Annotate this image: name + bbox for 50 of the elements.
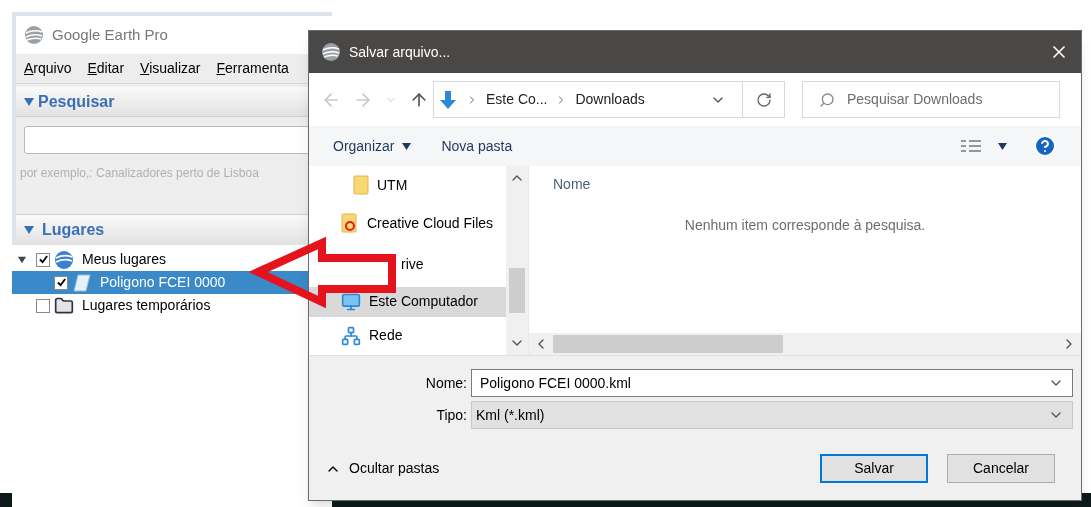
- breadcrumb-item[interactable]: Este Co...: [486, 89, 548, 110]
- field-label: Tipo:: [435, 405, 467, 425]
- scrollbar[interactable]: [506, 166, 528, 355]
- cloud-folder-icon: [341, 213, 359, 234]
- search-field[interactable]: Pesquisar Downloads: [802, 81, 1060, 118]
- menu-item[interactable]: Arquivo: [24, 58, 72, 79]
- window-title: Google Earth Pro: [52, 24, 168, 45]
- checkbox[interactable]: [36, 252, 50, 267]
- expand-triangle-icon[interactable]: [18, 255, 26, 264]
- network-icon: [341, 325, 361, 346]
- nav-item[interactable]: UTM: [309, 166, 506, 205]
- polygon-icon: [72, 272, 92, 293]
- checkbox[interactable]: [54, 275, 68, 290]
- checkbox[interactable]: [36, 298, 50, 313]
- dialog-button[interactable]: Salvar: [820, 454, 928, 483]
- triangle-icon: [24, 225, 34, 235]
- scroll-thumb[interactable]: [553, 335, 783, 353]
- column-header[interactable]: Nome: [529, 166, 1081, 195]
- folder-icon: [54, 295, 74, 316]
- app-logo-icon: [321, 42, 341, 62]
- search-hint: por exemplo,: Canalizadores perto de Lisboa: [20, 165, 260, 182]
- view-list-icon[interactable]: [960, 139, 982, 153]
- file-type-dropdown[interactable]: Kml (*.kml): [471, 401, 1073, 429]
- filename-field[interactable]: Poligono FCEI 0000.kml: [471, 369, 1073, 397]
- empty-message: Nenhum item corresponde à pesquisa.: [683, 216, 927, 235]
- globe-icon: [54, 249, 74, 270]
- hide-folders-toggle[interactable]: Ocultar pastas: [325, 458, 440, 479]
- app-logo-icon: [24, 25, 44, 45]
- menu-item[interactable]: Editar: [87, 58, 125, 79]
- folder-icon: [353, 175, 369, 196]
- organize-menu[interactable]: Organizar: [333, 135, 412, 157]
- refresh-icon: [755, 91, 772, 108]
- breadcrumb-item[interactable]: Downloads: [575, 89, 645, 110]
- search-icon: [819, 91, 835, 108]
- dialog-title: Salvar arquivo...: [349, 42, 451, 62]
- field-label: Nome:: [424, 373, 467, 393]
- view-caret-icon[interactable]: [998, 141, 1007, 151]
- help-icon[interactable]: [1033, 134, 1057, 158]
- nav-item[interactable]: Rede: [309, 316, 506, 355]
- menu-item[interactable]: Ferramenta: [216, 58, 289, 79]
- caret-icon: [402, 141, 412, 151]
- scroll-thumb[interactable]: [509, 268, 525, 313]
- menu-item[interactable]: Visualizar: [140, 58, 201, 79]
- computer-icon: [341, 291, 361, 312]
- triangle-icon: [24, 96, 34, 107]
- address-bar[interactable]: Este Co... Downloads: [433, 81, 785, 118]
- download-arrow-icon: [438, 89, 458, 110]
- dialog-button[interactable]: Cancelar: [947, 454, 1055, 483]
- new-folder-button[interactable]: Nova pasta: [441, 135, 513, 157]
- horizontal-scrollbar[interactable]: [529, 333, 1081, 355]
